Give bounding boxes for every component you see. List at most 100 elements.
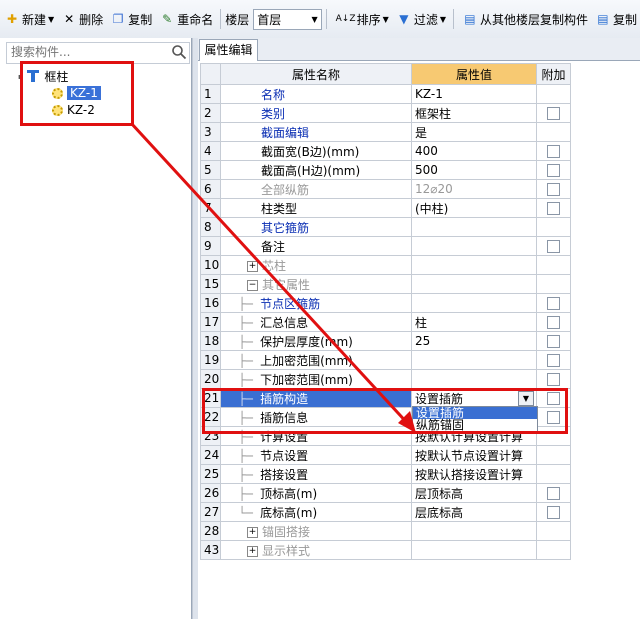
table-row[interactable]: 7 柱类型 (中柱) — [200, 198, 571, 218]
copy-button[interactable]: ❐ 复制 — [108, 8, 155, 30]
new-button[interactable]: ✚ 新建 ▼ — [2, 8, 57, 30]
prop-name-text: 显示样式 — [262, 543, 311, 558]
tree-item-kz2[interactable]: KZ-2 — [52, 102, 95, 118]
search-icon[interactable] — [171, 44, 187, 60]
prop-value[interactable]: 柱 — [411, 312, 537, 332]
prop-value[interactable] — [411, 217, 537, 237]
prop-value[interactable]: 层底标高 — [411, 502, 537, 522]
table-row-selected[interactable]: 21 ├─ 插筋构造 设置插筋 ▼ — [200, 388, 571, 408]
row-number: 16 — [200, 293, 221, 313]
row-number: 43 — [200, 540, 221, 560]
toolbar-separator — [325, 9, 327, 29]
table-row[interactable]: 15 − 其它属性 — [200, 274, 571, 294]
prop-value[interactable]: 是 — [411, 122, 537, 142]
extra-checkbox[interactable] — [547, 487, 560, 500]
table-row[interactable]: 20 ├─ 下加密范围(mm) — [200, 369, 571, 389]
tree-root[interactable]: ▪ 框柱 — [18, 68, 68, 84]
row-number: 8 — [200, 217, 221, 237]
extra-checkbox[interactable] — [547, 202, 560, 215]
collapse-icon[interactable]: − — [247, 279, 258, 291]
table-row[interactable]: 9 备注 — [200, 236, 571, 256]
filter-button[interactable]: ▼ 过滤 ▼ — [394, 8, 449, 30]
tree-item-kz1[interactable]: KZ-1 — [52, 85, 101, 101]
extra-checkbox[interactable] — [547, 506, 560, 519]
name-header: 属性名称 — [220, 63, 412, 85]
prop-value[interactable]: 25 — [411, 331, 537, 351]
expand-icon[interactable]: + — [247, 545, 258, 557]
table-row[interactable]: 25 ├─ 搭接设置 按默认搭接设置计算 — [200, 464, 571, 484]
table-row[interactable]: 28 + 锚固搭接 — [200, 521, 571, 541]
prop-value[interactable]: 层顶标高 — [411, 483, 537, 503]
extra-checkbox[interactable] — [547, 354, 560, 367]
copy-to-button[interactable]: ▤ 复制 — [593, 8, 640, 30]
table-row[interactable]: 6 全部纵筋 12⌀20 — [200, 179, 571, 199]
row-number: 22 — [200, 407, 221, 427]
expand-icon[interactable]: + — [247, 526, 258, 538]
extra-checkbox[interactable] — [547, 392, 560, 405]
prop-value[interactable] — [411, 293, 537, 313]
search-box — [6, 42, 190, 64]
delete-icon: ✕ — [64, 12, 75, 26]
prop-value[interactable]: 按默认节点设置计算 — [411, 445, 537, 465]
copy-from-floor-button[interactable]: ▤ 从其他楼层复制构件 — [460, 8, 591, 30]
table-row[interactable]: 19 ├─ 上加密范围(mm) — [200, 350, 571, 370]
dropdown-option[interactable]: 纵筋锚固 — [413, 419, 537, 431]
floor-select[interactable]: 首层 ▼ — [253, 8, 322, 30]
prop-value[interactable]: 框架柱 — [411, 103, 537, 123]
extra-checkbox[interactable] — [547, 316, 560, 329]
table-row[interactable]: 3 截面编辑 是 — [200, 122, 571, 142]
component-icon — [52, 104, 63, 116]
extra-cell — [536, 84, 571, 104]
prop-value-dropdown[interactable]: 设置插筋 ▼ — [411, 388, 537, 408]
prop-value[interactable]: 按默认搭接设置计算 — [411, 464, 537, 484]
table-row[interactable]: 2 类别 框架柱 — [200, 103, 571, 123]
extra-checkbox[interactable] — [547, 164, 560, 177]
prop-name-text: 节点区箍筋 — [260, 296, 321, 311]
property-panel: 属性编辑 属性名称 属性值 附加 1 名称 KZ-1 2 类别 框架柱 3 截面编辑 是 4… — [198, 38, 640, 619]
prop-value[interactable]: (中柱) — [411, 198, 537, 218]
table-row[interactable]: 5 截面高(H边)(mm) 500 — [200, 160, 571, 180]
prop-value[interactable]: 400 — [411, 141, 537, 161]
search-input[interactable] — [7, 43, 165, 61]
extra-checkbox[interactable] — [547, 335, 560, 348]
extra-checkbox[interactable] — [547, 411, 560, 424]
extra-checkbox[interactable] — [547, 297, 560, 310]
table-row[interactable]: 27 └─ 底标高(m) 层底标高 — [200, 502, 571, 522]
table-row[interactable]: 17 ├─ 汇总信息柱 — [200, 312, 571, 332]
rename-button[interactable]: ✎ 重命名 — [157, 8, 216, 30]
sort-button[interactable]: A↓Z 排序 ▼ — [333, 8, 392, 30]
table-row[interactable]: 16 ├─ 节点区箍筋 — [200, 293, 571, 313]
prop-value[interactable] — [411, 369, 537, 389]
table-row[interactable]: 4 截面宽(B边)(mm) 400 — [200, 141, 571, 161]
extra-checkbox[interactable] — [547, 240, 560, 253]
extra-checkbox[interactable] — [547, 373, 560, 386]
expand-icon[interactable]: + — [247, 260, 258, 272]
copy-icon: ❐ — [112, 12, 124, 26]
prop-name-text: 搭接设置 — [260, 467, 309, 482]
extra-checkbox[interactable] — [547, 183, 560, 196]
table-row[interactable]: 26 ├─ 顶标高(m) 层顶标高 — [200, 483, 571, 503]
prop-value[interactable]: KZ-1 — [411, 84, 537, 104]
table-row[interactable]: 8 其它箍筋 — [200, 217, 571, 237]
chevron-down-icon: ▼ — [439, 14, 446, 24]
table-row[interactable]: 24 ├─ 节点设置 按默认节点设置计算 — [200, 445, 571, 465]
extra-checkbox[interactable] — [547, 107, 560, 120]
prop-value[interactable] — [411, 350, 537, 370]
table-row[interactable]: 18 ├─ 保护层厚度(mm) 25 — [200, 331, 571, 351]
delete-button[interactable]: ✕ 删除 — [59, 8, 106, 30]
prop-value[interactable]: 500 — [411, 160, 537, 180]
table-row[interactable]: 10 + 芯柱 — [200, 255, 571, 275]
dropdown-list: 设置插筋 纵筋锚固 — [412, 406, 538, 432]
extra-checkbox[interactable] — [547, 145, 560, 158]
row-number: 24 — [200, 445, 221, 465]
copy-label: 复制 — [128, 12, 153, 27]
chevron-down-icon[interactable]: ▼ — [518, 391, 534, 406]
tab-property-edit[interactable]: 属性编辑 — [199, 39, 258, 61]
column-icon — [27, 70, 40, 82]
prop-value[interactable] — [411, 236, 537, 256]
table-row[interactable]: 1 名称 KZ-1 — [200, 84, 571, 104]
prop-name-text: 名称 — [261, 87, 286, 102]
collapse-icon[interactable]: ▪ — [18, 72, 23, 81]
table-row[interactable]: 43 + 显示样式 — [200, 540, 571, 560]
prop-value — [411, 255, 537, 275]
